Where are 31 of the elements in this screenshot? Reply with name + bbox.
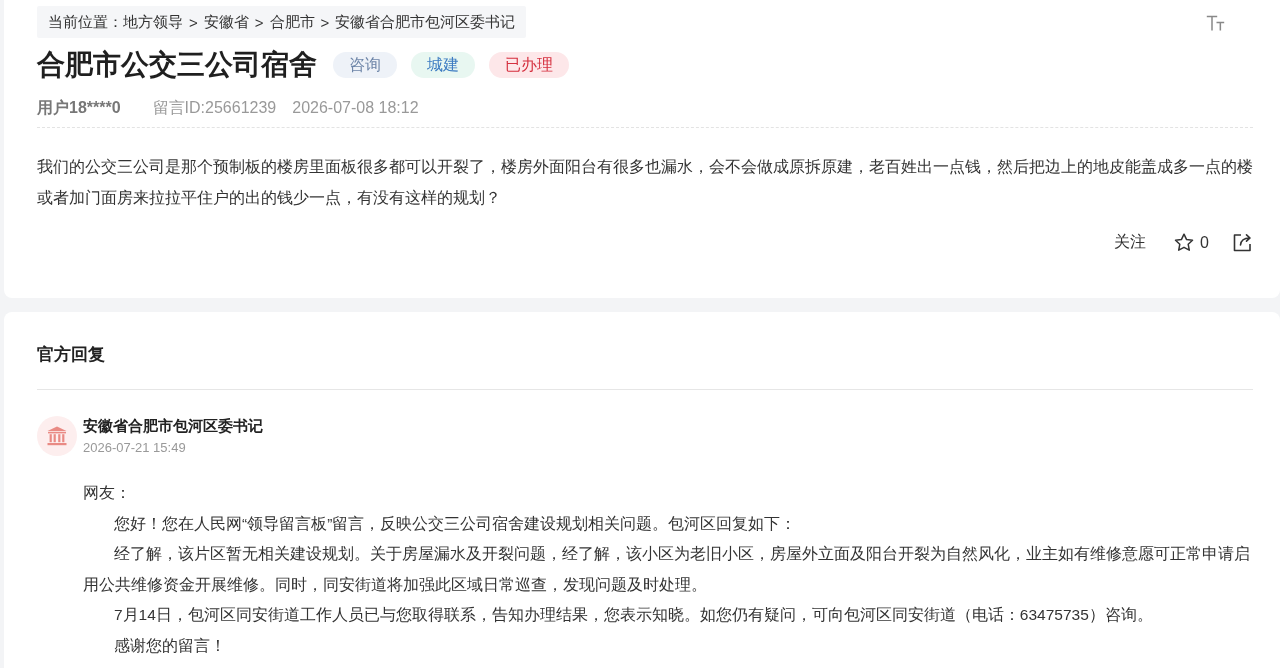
like-button[interactable]: 0: [1174, 233, 1209, 252]
breadcrumb-separator: >: [254, 13, 264, 31]
reply-paragraph: 您好！您在人民网“领导留言板”留言，反映公交三公司宿舍建设规划相关问题。包河区回复如下：: [113, 513, 798, 534]
breadcrumb-separator: >: [189, 13, 198, 31]
status-tag: 已办理: [489, 52, 569, 78]
message-text: 我们的公交三公司是那个预制板的楼房里面板很多都可以开裂了，楼房外面阳台有很多也漏水，会不会做成原拆原建，老百姓出一点钱，然后把边上的地皮能盖成多一点的楼或者加门面房来拉拉平住户的出的钱少一点，有没有这样的规划？: [37, 157, 1253, 208]
reply-paragraph: 经了解，该片区暂无相关建设规划。关于房屋漏水及开裂问题，经了解，该小区为老旧小区，房屋外立面及阳台开裂为自然风化，业主如有维修意愿可正常申请启用公共维修资金开展维修。同时，同安街道将加强此区域日常巡查，发现问题及时处理。: [83, 544, 1251, 595]
breadcrumb-link[interactable]: 安徽省合肥市包河区委书记: [335, 12, 516, 32]
breadcrumb-separator: >: [320, 13, 330, 31]
reply-heading: 官方回复: [37, 344, 106, 366]
star-icon: [1174, 233, 1195, 252]
share-icon: [1233, 233, 1252, 252]
reply-author: 安徽省合肥市包河区委书记: [83, 416, 263, 436]
font-size-icon[interactable]: [1206, 15, 1225, 31]
government-building-icon: [37, 416, 77, 456]
breadcrumb-label: 当前位置：: [48, 12, 123, 32]
reply-paragraph: 感谢您的留言！: [113, 635, 227, 656]
message-id: 留言ID:25661239: [152, 97, 277, 118]
field-tag: 城建: [411, 52, 475, 78]
reply-time: 2026-07-21 15:49: [83, 439, 187, 457]
breadcrumb-link[interactable]: 安徽省: [203, 12, 249, 32]
share-button[interactable]: [1233, 233, 1252, 252]
breadcrumb-link[interactable]: 地方领导: [123, 12, 183, 32]
follow-button[interactable]: 关注: [1114, 232, 1147, 253]
category-tag: 咨询: [333, 52, 397, 78]
breadcrumb-link[interactable]: 合肥市: [269, 12, 315, 32]
reply-paragraph: 7月14日，包河区同安街道工作人员已与您取得联系，告知办理结果，您表示知晓。如您仍有疑问，可向包河区同安街道（电话：63475735）咨询。: [113, 605, 1154, 626]
post-time: 2026-07-08 18:12: [292, 99, 419, 117]
reply-salutation: 网友：: [83, 483, 132, 503]
message-title: 合肥市公交三公司宿舍: [37, 48, 317, 82]
user-name: 用户18****0: [37, 97, 121, 118]
